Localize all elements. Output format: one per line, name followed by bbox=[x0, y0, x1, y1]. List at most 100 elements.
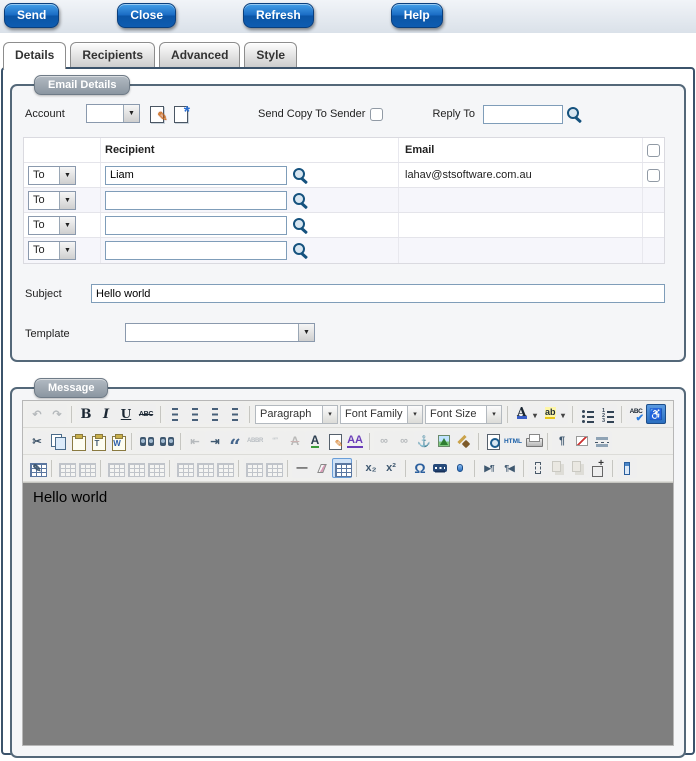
account-select[interactable]: ▼ bbox=[86, 103, 140, 123]
insert-link-button[interactable]: ∞ bbox=[374, 431, 394, 451]
special-char-button[interactable]: Ω bbox=[410, 458, 430, 478]
help-button[interactable]: Help bbox=[390, 3, 443, 28]
split-cells-button[interactable] bbox=[243, 458, 263, 478]
insert-col-before-button[interactable] bbox=[174, 458, 194, 478]
chevron-down-icon[interactable]: ▼ bbox=[59, 242, 75, 259]
highlight-color-button[interactable]: ab bbox=[540, 404, 568, 424]
find-replace-button[interactable] bbox=[156, 431, 176, 451]
chevron-down-icon[interactable]: ▼ bbox=[59, 191, 75, 209]
strikethrough-button[interactable]: ABC bbox=[136, 404, 156, 424]
recipient-type-select[interactable]: To ▼ bbox=[28, 215, 76, 235]
anchor-button[interactable]: ⚓ bbox=[414, 431, 434, 451]
recipient-search-icon[interactable] bbox=[292, 217, 309, 234]
delete-col-button[interactable] bbox=[214, 458, 234, 478]
close-button[interactable]: Close bbox=[117, 3, 177, 28]
fullscreen-button[interactable] bbox=[617, 458, 637, 478]
new-account-icon[interactable] bbox=[172, 104, 190, 123]
blockquote-button[interactable]: “ bbox=[225, 431, 245, 456]
recipient-search-icon[interactable] bbox=[292, 167, 309, 184]
insert-layer-button[interactable] bbox=[528, 458, 548, 478]
font-size-select[interactable]: Font Size ▾ bbox=[425, 404, 502, 424]
chevron-down-icon[interactable]: ▼ bbox=[59, 166, 75, 184]
chevron-down-icon[interactable]: ▼ bbox=[59, 216, 75, 234]
recipient-type-select[interactable]: To ▼ bbox=[28, 241, 76, 260]
paste-text-button[interactable]: T bbox=[87, 431, 107, 451]
delete-text-button[interactable]: A bbox=[285, 431, 305, 451]
italic-button[interactable]: I bbox=[96, 404, 116, 424]
insert-image-button[interactable] bbox=[434, 431, 454, 451]
insert-media-button[interactable] bbox=[430, 458, 450, 478]
undo-button[interactable]: ↶ bbox=[27, 404, 47, 424]
send-copy-checkbox[interactable] bbox=[370, 107, 384, 121]
cleanup-code-button[interactable] bbox=[454, 431, 474, 451]
recipient-input[interactable] bbox=[105, 190, 287, 210]
tab-recipients[interactable]: Recipients bbox=[70, 42, 156, 67]
cut-button[interactable]: ✂ bbox=[27, 431, 47, 451]
quotation-button[interactable]: “” bbox=[265, 431, 285, 451]
recipient-input[interactable] bbox=[105, 215, 287, 235]
edit-account-icon[interactable] bbox=[148, 105, 168, 125]
editor-content[interactable]: Hello world bbox=[23, 482, 673, 745]
insert-row-before-button[interactable] bbox=[105, 458, 125, 478]
send-button[interactable]: Send bbox=[4, 3, 60, 28]
font-family-select[interactable]: Font Family ▾ bbox=[340, 404, 423, 424]
reply-to-search-icon[interactable] bbox=[566, 106, 583, 123]
advanced-hr-button[interactable] bbox=[450, 458, 470, 478]
recipient-type-select[interactable]: To ▼ bbox=[28, 165, 76, 185]
visual-aid-button[interactable] bbox=[332, 458, 352, 478]
refresh-button[interactable]: Refresh bbox=[243, 3, 314, 28]
table-cell-properties-button[interactable] bbox=[76, 458, 96, 478]
align-justify-button[interactable] bbox=[225, 404, 245, 424]
chevron-down-icon[interactable]: ▼ bbox=[298, 324, 314, 341]
bullet-list-button[interactable] bbox=[577, 404, 597, 424]
html-source-button[interactable]: HTML bbox=[503, 431, 523, 451]
paste-word-button[interactable]: W bbox=[107, 431, 127, 451]
align-left-button[interactable] bbox=[165, 404, 185, 424]
recipient-input[interactable] bbox=[105, 241, 287, 260]
move-forward-button[interactable] bbox=[548, 458, 568, 478]
preview-button[interactable] bbox=[483, 431, 503, 451]
font-color-button[interactable]: A bbox=[512, 404, 540, 424]
recipient-search-icon[interactable] bbox=[292, 192, 309, 209]
copy-button[interactable] bbox=[47, 431, 67, 451]
subject-input[interactable] bbox=[91, 284, 665, 303]
accessibility-check-button[interactable]: ♿ bbox=[646, 404, 666, 424]
paste-button[interactable] bbox=[67, 431, 87, 451]
remove-format-button[interactable] bbox=[312, 458, 332, 478]
chevron-down-icon[interactable]: ▾ bbox=[408, 404, 423, 424]
select-all-checkbox[interactable] bbox=[647, 143, 660, 157]
horizontal-rule-button[interactable]: — bbox=[292, 458, 312, 478]
move-backward-button[interactable] bbox=[568, 458, 588, 478]
recipient-type-select[interactable]: To ▼ bbox=[28, 190, 76, 210]
numbered-list-button[interactable] bbox=[597, 404, 617, 424]
recipient-search-icon[interactable] bbox=[292, 242, 309, 259]
page-break-button[interactable] bbox=[592, 431, 612, 451]
bold-button[interactable]: B bbox=[76, 404, 96, 424]
merge-cells-button[interactable] bbox=[263, 458, 283, 478]
non-breaking-button[interactable] bbox=[572, 431, 592, 451]
tab-details[interactable]: Details bbox=[3, 42, 67, 69]
spellcheck-button[interactable]: ABC bbox=[626, 404, 646, 424]
superscript-button[interactable]: x² bbox=[381, 458, 401, 478]
ltr-button[interactable]: ▶¶ bbox=[479, 458, 499, 478]
recipient-input[interactable] bbox=[105, 165, 287, 185]
align-center-button[interactable] bbox=[185, 404, 205, 424]
absolute-position-button[interactable] bbox=[588, 458, 608, 478]
visual-chars-button[interactable]: ¶ bbox=[552, 431, 572, 451]
attributes-button[interactable]: ✎ bbox=[325, 431, 345, 451]
format-select[interactable]: Paragraph ▾ bbox=[255, 404, 338, 424]
style-properties-button[interactable]: AA bbox=[345, 431, 365, 451]
chevron-down-icon[interactable]: ▾ bbox=[487, 404, 502, 424]
subscript-button[interactable]: x₂ bbox=[361, 458, 381, 478]
align-right-button[interactable] bbox=[205, 404, 225, 424]
tab-style[interactable]: Style bbox=[244, 42, 298, 67]
delete-row-button[interactable] bbox=[145, 458, 165, 478]
insert-row-after-button[interactable] bbox=[125, 458, 145, 478]
underline-button[interactable]: U bbox=[116, 404, 136, 424]
table-row-properties-button[interactable] bbox=[56, 458, 76, 478]
outdent-button[interactable]: ⇤ bbox=[185, 431, 205, 451]
reply-to-input[interactable] bbox=[483, 104, 564, 124]
rtl-button[interactable]: ¶◀ bbox=[499, 458, 519, 478]
find-button[interactable] bbox=[136, 431, 156, 451]
chevron-down-icon[interactable]: ▼ bbox=[123, 104, 139, 122]
